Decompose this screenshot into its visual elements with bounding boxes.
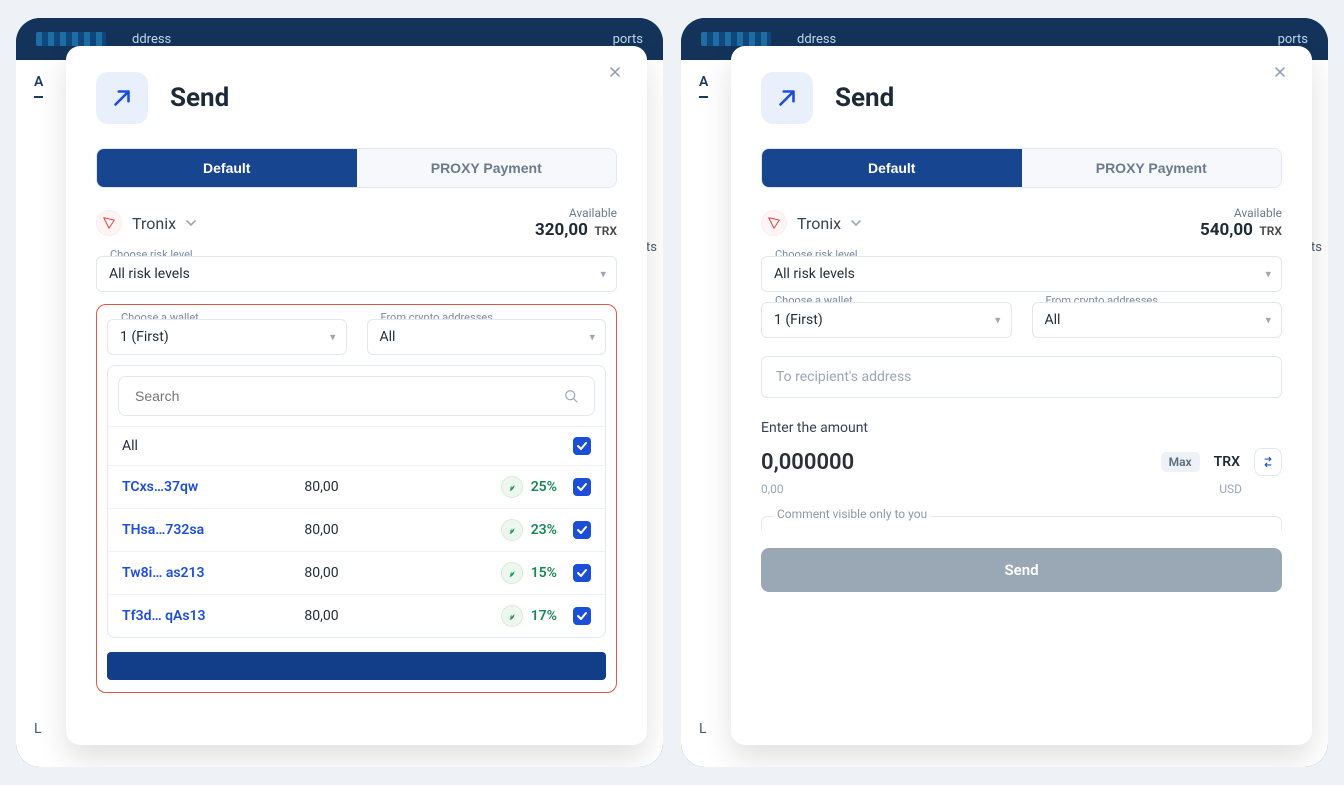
checkbox-checked-icon[interactable] bbox=[573, 437, 591, 455]
eco-icon bbox=[501, 519, 523, 541]
checkbox-checked-icon[interactable] bbox=[573, 521, 591, 539]
tronix-icon bbox=[96, 210, 122, 236]
checkbox-checked-icon[interactable] bbox=[573, 607, 591, 625]
modal-title: Send bbox=[835, 83, 894, 113]
close-icon[interactable] bbox=[1272, 64, 1292, 84]
eco-icon bbox=[501, 562, 523, 584]
max-button[interactable]: Max bbox=[1161, 452, 1200, 472]
address-dropdown: All TCxs…37qw 80,00 25% THsa…732sa 80,00… bbox=[107, 365, 606, 638]
highlight-frame: Choose a wallet 1 (First) ▾ From crypto … bbox=[96, 304, 617, 693]
close-icon[interactable] bbox=[607, 64, 627, 84]
available-amount: 320,00 bbox=[535, 220, 588, 240]
under-tab[interactable]: A bbox=[34, 74, 43, 98]
caret-down-icon: ▾ bbox=[995, 314, 1001, 327]
currency-main: TRX bbox=[1214, 454, 1240, 470]
available-label: Available bbox=[1200, 206, 1282, 220]
tab-default[interactable]: Default bbox=[97, 149, 357, 187]
tab-proxy[interactable]: PROXY Payment bbox=[357, 149, 617, 187]
address-row[interactable]: TCxs…37qw 80,00 25% bbox=[108, 465, 605, 508]
address-row[interactable]: THsa…732sa 80,00 23% bbox=[108, 508, 605, 551]
comment-field[interactable]: Comment visible only to you bbox=[761, 516, 1282, 530]
send-mode-segment: Default PROXY Payment bbox=[761, 148, 1282, 188]
address-row[interactable]: Tf3d… qAs13 80,00 17% bbox=[108, 594, 605, 637]
swap-currency-icon[interactable] bbox=[1254, 448, 1282, 476]
comment-label: Comment visible only to you bbox=[773, 507, 931, 521]
from-select[interactable]: All ▾ bbox=[1032, 302, 1283, 338]
topbar-item[interactable]: ddress bbox=[132, 32, 171, 47]
risk-select[interactable]: All risk levels ▾ bbox=[761, 256, 1282, 292]
topbar-item[interactable]: ddress bbox=[797, 32, 836, 47]
page: ddress ports A its L Send Default PROXY … bbox=[0, 0, 1344, 785]
tab-proxy[interactable]: PROXY Payment bbox=[1022, 149, 1282, 187]
coin-name[interactable]: Tronix bbox=[132, 214, 176, 233]
recipient-input[interactable]: To recipient's address bbox=[761, 356, 1282, 398]
checkbox-checked-icon[interactable] bbox=[573, 564, 591, 582]
from-select[interactable]: All ▾ bbox=[367, 319, 607, 355]
amount-sub: 0,00 bbox=[761, 482, 784, 496]
eco-icon bbox=[501, 605, 523, 627]
currency-sub: USD bbox=[1219, 482, 1242, 496]
tab-default[interactable]: Default bbox=[762, 149, 1022, 187]
send-modal-right: Send Default PROXY Payment Tronix Availa… bbox=[731, 46, 1312, 745]
under-bottom-text: L bbox=[699, 721, 707, 737]
checkbox-checked-icon[interactable] bbox=[573, 478, 591, 496]
topbar-item[interactable]: ports bbox=[613, 32, 643, 47]
address-row[interactable]: Tw8i… as213 80,00 15% bbox=[108, 551, 605, 594]
send-mode-segment: Default PROXY Payment bbox=[96, 148, 617, 188]
send-button[interactable]: Send bbox=[761, 548, 1282, 592]
primary-button[interactable] bbox=[107, 652, 606, 680]
search-icon bbox=[562, 387, 580, 405]
available-amount: 540,00 bbox=[1200, 220, 1253, 240]
wallet-select[interactable]: 1 (First) ▾ bbox=[107, 319, 347, 355]
app-window-right: ddress ports A its L Send Default PROXY … bbox=[681, 18, 1328, 767]
under-bottom-text: L bbox=[34, 721, 42, 737]
search-input[interactable] bbox=[133, 387, 554, 405]
eco-icon bbox=[501, 476, 523, 498]
risk-select[interactable]: All risk levels ▾ bbox=[96, 256, 617, 292]
app-window-left: ddress ports A its L Send Default PROXY … bbox=[16, 18, 663, 767]
amount-label: Enter the amount bbox=[761, 420, 1282, 436]
caret-down-icon: ▾ bbox=[589, 331, 595, 344]
available-symbol: TRX bbox=[594, 224, 617, 238]
search-field[interactable] bbox=[118, 376, 595, 416]
caret-down-icon[interactable] bbox=[851, 218, 861, 228]
caret-down-icon[interactable] bbox=[186, 218, 196, 228]
available-symbol: TRX bbox=[1259, 224, 1282, 238]
amount-value[interactable]: 0,000000 bbox=[761, 450, 854, 475]
coin-name[interactable]: Tronix bbox=[797, 214, 841, 233]
send-modal-left: Send Default PROXY Payment Tronix Availa… bbox=[66, 46, 647, 745]
tronix-icon bbox=[761, 210, 787, 236]
logo bbox=[36, 32, 106, 46]
wallet-select[interactable]: 1 (First) ▾ bbox=[761, 302, 1012, 338]
caret-down-icon: ▾ bbox=[600, 268, 606, 281]
send-icon bbox=[761, 72, 813, 124]
logo bbox=[701, 32, 771, 46]
caret-down-icon: ▾ bbox=[1265, 268, 1271, 281]
available-label: Available bbox=[535, 206, 617, 220]
topbar-item[interactable]: ports bbox=[1278, 32, 1308, 47]
address-row-all[interactable]: All bbox=[108, 426, 605, 465]
caret-down-icon: ▾ bbox=[1265, 314, 1271, 327]
send-icon bbox=[96, 72, 148, 124]
caret-down-icon: ▾ bbox=[330, 331, 336, 344]
under-tab[interactable]: A bbox=[699, 74, 708, 98]
modal-title: Send bbox=[170, 83, 229, 113]
